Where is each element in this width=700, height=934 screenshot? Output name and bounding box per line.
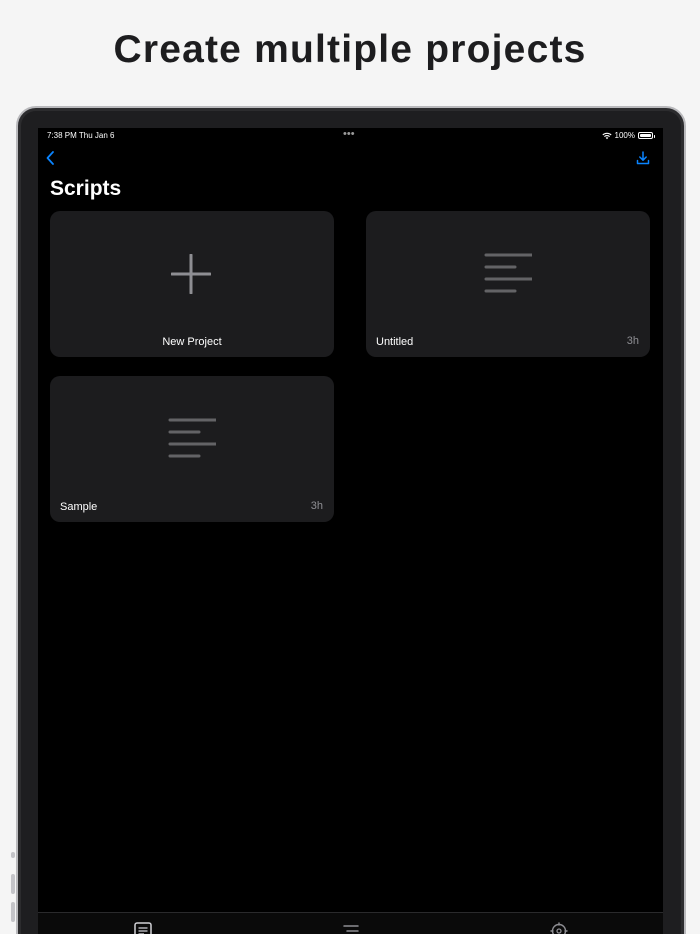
document-lines-icon: [484, 253, 532, 293]
project-name: New Project: [162, 336, 222, 348]
status-indicators: 100%: [601, 131, 655, 140]
multitasking-dots-icon[interactable]: •••: [343, 128, 355, 140]
device-volume-up-button: [11, 874, 15, 894]
status-time: 7:38 PM Thu Jan 6: [47, 131, 115, 140]
project-name: Untitled: [376, 336, 414, 348]
project-modified-time: 3h: [310, 500, 323, 512]
battery-level: [640, 134, 651, 137]
page-title: Scripts: [50, 177, 122, 200]
new-project-card[interactable]: New Project: [50, 211, 334, 357]
app-screen: 7:38 PM Thu Jan 6 ••• 100% Scripts New P…: [38, 128, 663, 934]
status-bar: 7:38 PM Thu Jan 6 ••• 100%: [38, 128, 663, 144]
download-icon: [636, 151, 650, 165]
chevron-left-icon: [46, 151, 54, 165]
device-volume-down-button: [11, 902, 15, 922]
plus-icon: [171, 254, 211, 294]
wifi-icon: [601, 132, 612, 139]
tab-scripts[interactable]: [132, 921, 154, 934]
device-side-button: [11, 852, 15, 858]
project-card-untitled[interactable]: Untitled 3h: [366, 211, 650, 357]
project-name: Sample: [60, 501, 98, 513]
project-card-sample[interactable]: Sample 3h: [50, 376, 334, 522]
settings-tab-icon: [550, 922, 568, 934]
tab-outline[interactable]: [340, 921, 362, 934]
document-lines-icon: [168, 418, 216, 458]
battery-icon: [638, 132, 655, 139]
back-button[interactable]: [44, 150, 58, 166]
scripts-tab-icon: [134, 922, 152, 934]
download-button[interactable]: [635, 150, 651, 166]
project-modified-time: 3h: [626, 335, 639, 347]
app-store-screenshot: Create multiple projects 7:38 PM Thu Jan…: [0, 0, 700, 934]
outline-tab-icon: [343, 925, 359, 932]
tab-bar: [38, 912, 663, 934]
battery-percent: 100%: [614, 131, 635, 140]
marketing-headline: Create multiple projects: [113, 28, 587, 71]
tab-settings[interactable]: [548, 921, 570, 934]
